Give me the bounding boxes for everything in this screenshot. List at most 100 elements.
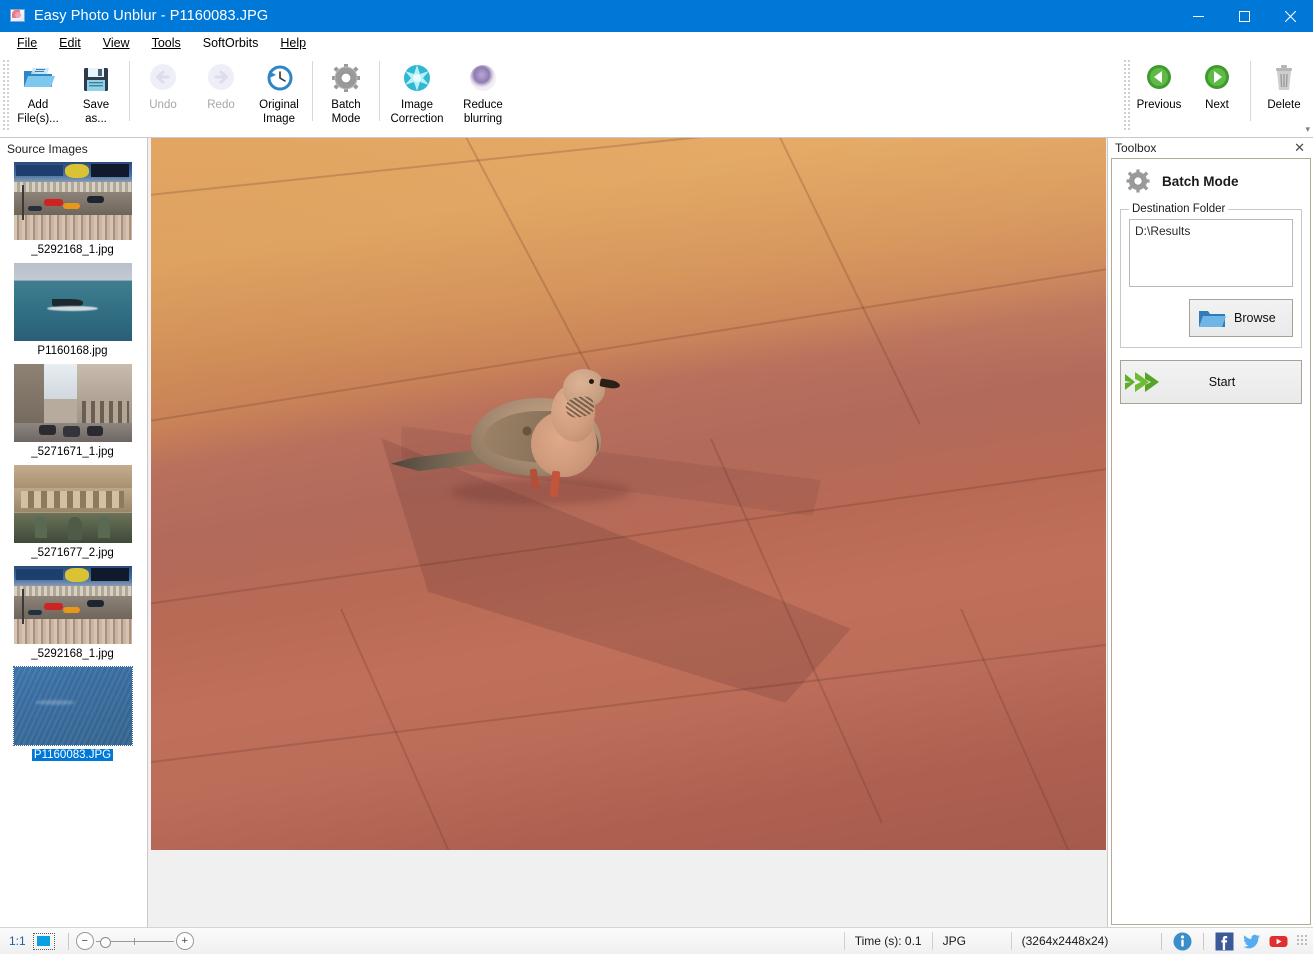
status-divider	[1161, 932, 1162, 950]
thumbnail-caption: _5292168_1.jpg	[31, 244, 114, 256]
menu-edit[interactable]: Edit	[48, 33, 92, 54]
image-correction-button[interactable]: Image Correction	[384, 55, 450, 129]
add-files-button[interactable]: Add File(s)...	[9, 55, 67, 129]
youtube-icon[interactable]	[1269, 932, 1288, 951]
original-image-label: Original Image	[259, 99, 299, 125]
menu-help[interactable]: Help	[269, 33, 317, 54]
close-icon[interactable]: ✕	[1291, 141, 1308, 155]
redo-label: Redo	[207, 99, 235, 111]
minus-icon[interactable]: −	[75, 932, 94, 950]
browse-button[interactable]: Browse	[1189, 299, 1293, 337]
toolbar-group-effects: Image Correction Reduce blurring	[384, 55, 516, 133]
batch-mode-header: Batch Mode	[1124, 167, 1302, 195]
menu-softorbits[interactable]: SoftOrbits	[192, 33, 270, 54]
main-area: Source Images _5292168_1.jpg P1160168.jp…	[0, 138, 1313, 927]
toolbar-separator-1	[129, 61, 130, 121]
batch-mode-label: Batch Mode	[331, 99, 361, 125]
delete-label: Delete	[1267, 99, 1301, 111]
save-as-label: Save as...	[82, 99, 110, 125]
menu-view-label: View	[102, 36, 130, 50]
destination-folder-legend: Destination Folder	[1132, 203, 1226, 215]
toolbar-grip[interactable]	[2, 59, 9, 131]
minimize-button[interactable]	[1175, 0, 1221, 32]
thumbnail-image[interactable]	[12, 161, 133, 241]
green-forward-icon	[1200, 62, 1234, 96]
twitter-icon[interactable]	[1242, 932, 1261, 951]
previous-button[interactable]: Previous	[1130, 55, 1188, 116]
toolbox-panel: Toolbox ✕ Batch Mode Destination Folder …	[1107, 138, 1313, 927]
open-folder-icon	[21, 62, 55, 96]
save-as-button[interactable]: Save as...	[67, 55, 125, 129]
next-button[interactable]: Next	[1188, 55, 1246, 116]
info-icon[interactable]	[1173, 932, 1192, 951]
trash-icon	[1267, 62, 1301, 96]
next-label: Next	[1205, 99, 1229, 111]
toolbar-separator-4	[1250, 61, 1251, 121]
list-item[interactable]: _5292168_1.jpg	[0, 565, 145, 662]
thumbnail-image[interactable]	[12, 464, 133, 544]
destination-folder-input[interactable]: D:\Results	[1129, 219, 1293, 287]
zoom-slider-knob[interactable]	[99, 936, 111, 948]
fit-to-window-icon[interactable]	[32, 932, 55, 950]
batch-mode-title: Batch Mode	[1162, 173, 1239, 189]
redo-button[interactable]: Redo	[192, 55, 250, 116]
plus-icon[interactable]: +	[175, 932, 194, 950]
list-item[interactable]: P1160083.JPG	[0, 666, 145, 763]
toolbar-group-file: Add File(s)... Save as...	[9, 55, 125, 133]
list-item[interactable]: _5271677_2.jpg	[0, 464, 145, 561]
list-item[interactable]: P1160168.jpg	[0, 262, 145, 359]
status-format: JPG	[931, 932, 1011, 950]
thumbnail-list[interactable]: _5292168_1.jpg P1160168.jpg _5271671_1.j…	[0, 159, 147, 927]
delete-button[interactable]: Delete	[1255, 55, 1313, 116]
undo-button[interactable]: Undo	[134, 55, 192, 116]
toolbar-group-navigation: Previous Next Delete ▾	[1121, 55, 1313, 137]
status-divider	[67, 932, 69, 950]
previous-label: Previous	[1136, 99, 1182, 111]
reduce-blurring-label: Reduce blurring	[463, 99, 503, 125]
green-back-icon	[1142, 62, 1176, 96]
thumbnail-image[interactable]	[12, 565, 133, 645]
original-image-button[interactable]: Original Image	[250, 55, 308, 129]
app-photo-icon	[10, 8, 26, 24]
menu-softorbits-label: SoftOrbits	[202, 36, 259, 50]
toolbar-separator-2	[312, 61, 313, 121]
menu-view[interactable]: View	[92, 33, 141, 54]
status-time: Time (s): 0.1	[843, 932, 932, 950]
green-double-arrow-icon	[1121, 367, 1165, 397]
toolbar-grip-right[interactable]	[1123, 59, 1130, 131]
status-bar: 1:1 − + Time (s): 0.1 JPG (3264x2448x24)	[0, 927, 1313, 954]
facebook-icon[interactable]	[1215, 932, 1234, 951]
thumbnail-image[interactable]	[12, 262, 133, 342]
undo-label: Undo	[149, 99, 177, 111]
menu-tools[interactable]: Tools	[141, 33, 192, 54]
maximize-button[interactable]	[1221, 0, 1267, 32]
start-button[interactable]: Start	[1120, 360, 1302, 404]
thumbnail-caption: _5271677_2.jpg	[31, 547, 114, 559]
status-dimensions: (3264x2448x24)	[1010, 932, 1119, 950]
menu-help-label: Help	[280, 36, 307, 50]
resize-grip-icon[interactable]	[1295, 935, 1307, 947]
toolbar-separator-3	[379, 61, 380, 121]
menu-edit-label: Edit	[59, 36, 81, 50]
menu-file-label: File	[17, 36, 38, 50]
close-button[interactable]	[1267, 0, 1313, 32]
image-correction-label: Image Correction	[390, 99, 444, 125]
zoom-ratio-label[interactable]: 1:1	[9, 934, 26, 948]
list-item[interactable]: _5271671_1.jpg	[0, 363, 145, 460]
preview-image[interactable]	[151, 138, 1106, 850]
source-images-title: Source Images	[0, 138, 147, 159]
zoom-slider[interactable]: − +	[75, 932, 194, 950]
overflow-chevron-icon[interactable]: ▾	[1305, 125, 1310, 134]
clock-rewind-icon	[262, 62, 296, 96]
zoom-slider-track[interactable]	[95, 936, 174, 948]
list-item[interactable]: _5292168_1.jpg	[0, 161, 145, 258]
application-window: Easy Photo Unblur - P1160083.JPG File Ed…	[0, 0, 1313, 954]
arrow-right-circle-icon	[204, 62, 238, 96]
image-canvas[interactable]	[148, 138, 1107, 927]
batch-mode-button[interactable]: Batch Mode	[317, 55, 375, 129]
cyan-burst-icon	[400, 62, 434, 96]
thumbnail-image[interactable]	[12, 666, 133, 746]
reduce-blurring-button[interactable]: Reduce blurring	[450, 55, 516, 129]
menu-file[interactable]: File	[6, 33, 48, 54]
thumbnail-image[interactable]	[12, 363, 133, 443]
